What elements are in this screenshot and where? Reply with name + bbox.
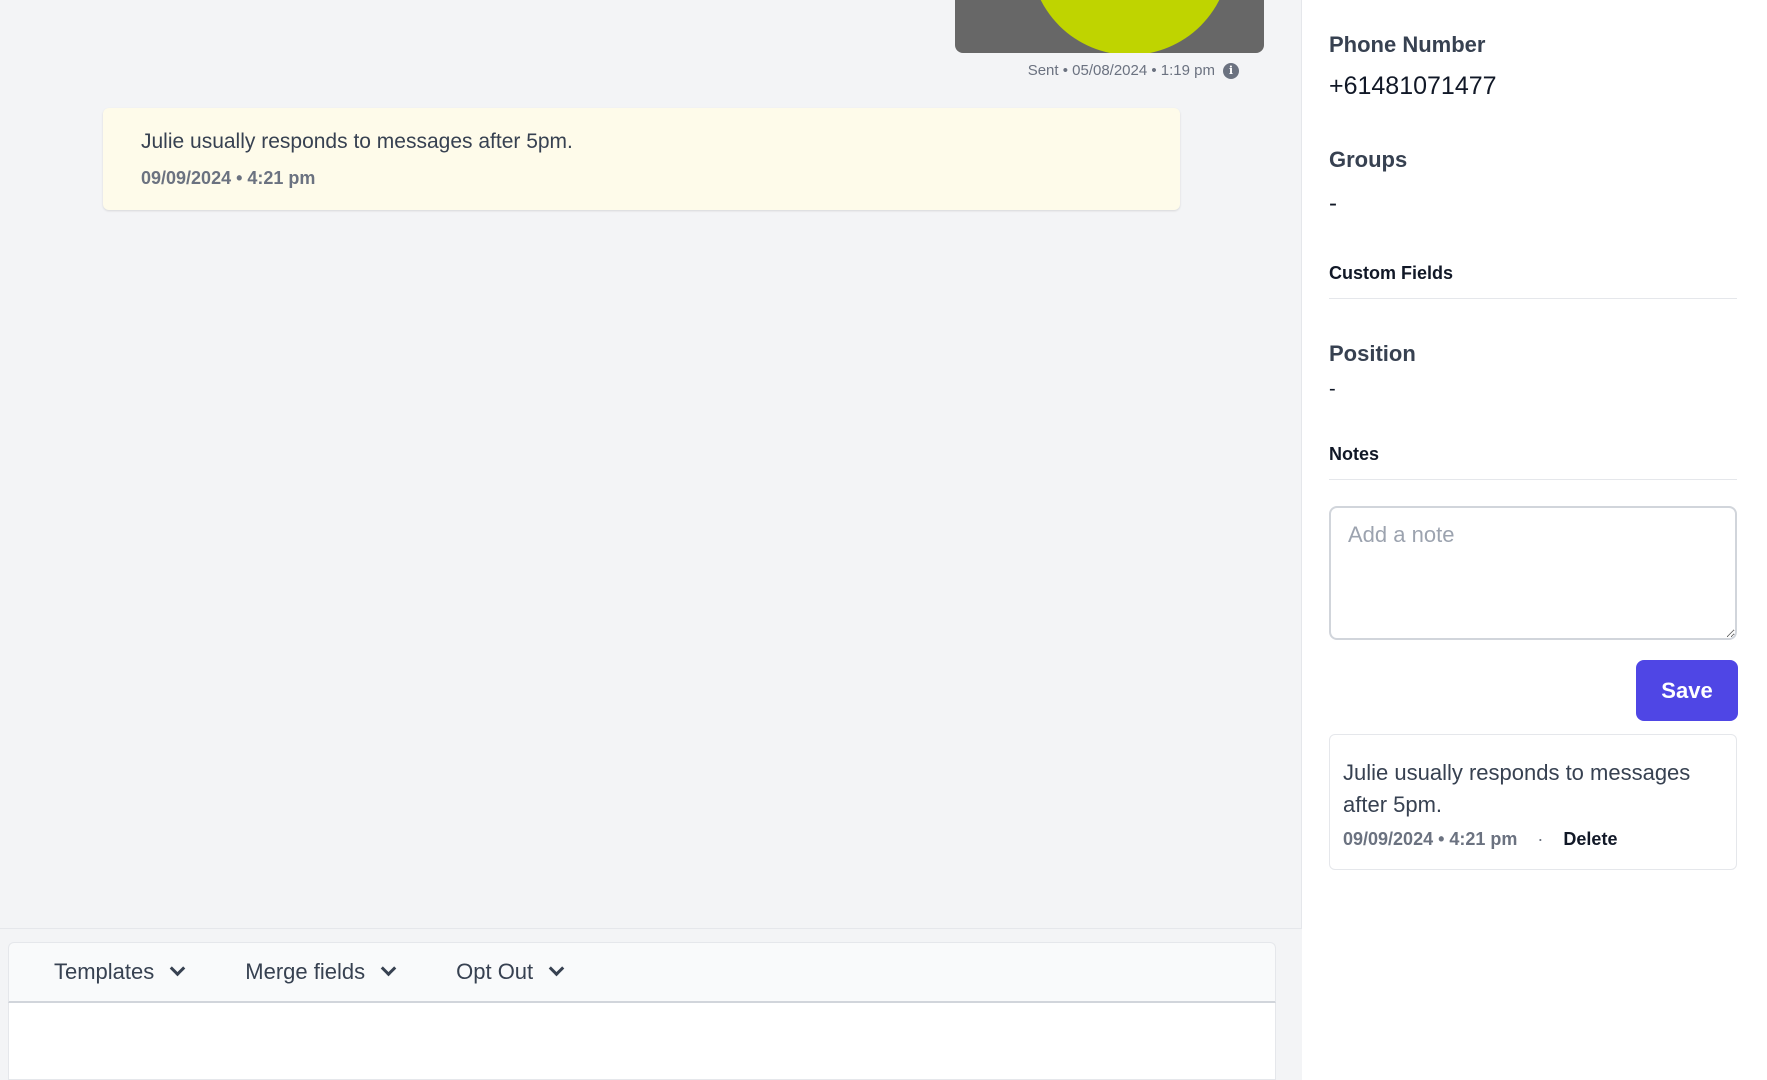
saved-note-meta: 09/09/2024 • 4:21 pm · Delete xyxy=(1343,829,1723,850)
image-attachment[interactable] xyxy=(955,0,1264,53)
meta-separator: · xyxy=(1537,829,1544,849)
note-input[interactable] xyxy=(1329,506,1737,640)
save-note-button[interactable]: Save xyxy=(1636,660,1738,721)
position-label: Position xyxy=(1329,341,1416,366)
message-editor[interactable] xyxy=(8,1003,1276,1080)
merge-fields-dropdown[interactable]: Merge fields xyxy=(245,959,397,985)
opt-out-label: Opt Out xyxy=(456,959,534,984)
notes-title: Notes xyxy=(1329,444,1737,480)
phone-number-label: Phone Number xyxy=(1329,32,1486,57)
phone-number-value: +61481071477 xyxy=(1329,72,1497,100)
conversation-note-card: Julie usually responds to messages after… xyxy=(103,108,1180,210)
saved-note-text: Julie usually responds to messages after… xyxy=(1343,760,1691,817)
opt-out-dropdown[interactable]: Opt Out xyxy=(456,959,565,985)
position-value: - xyxy=(1329,378,1336,400)
saved-note: Julie usually responds to messages after… xyxy=(1329,734,1737,870)
merge-fields-label: Merge fields xyxy=(245,959,366,984)
note-card-timestamp: 09/09/2024 • 4:21 pm xyxy=(141,168,316,188)
templates-label: Templates xyxy=(54,959,155,984)
note-card-text: Julie usually responds to messages after… xyxy=(141,130,573,153)
sent-status-text: Sent • 05/08/2024 • 1:19 pm xyxy=(1027,62,1215,79)
image-shape xyxy=(1030,0,1230,53)
conversation-pane: Sent • 05/08/2024 • 1:19 pm i Julie usua… xyxy=(0,0,1302,1080)
templates-dropdown[interactable]: Templates xyxy=(54,959,186,985)
saved-note-timestamp: 09/09/2024 • 4:21 pm xyxy=(1343,829,1518,849)
custom-fields-title: Custom Fields xyxy=(1329,263,1737,299)
chevron-down-icon xyxy=(170,960,186,977)
message-status: Sent • 05/08/2024 • 1:19 pm i xyxy=(1028,62,1239,79)
groups-value: - xyxy=(1329,190,1337,217)
groups-label: Groups xyxy=(1329,147,1408,172)
delete-note-button[interactable]: Delete xyxy=(1563,829,1617,850)
composer-toolbar: Templates Merge fields Opt Out xyxy=(8,942,1276,1003)
chevron-down-icon xyxy=(380,960,397,977)
contact-details-panel: Phone Number +61481071477 Groups - Custo… xyxy=(1303,0,1767,1080)
chevron-down-icon xyxy=(548,960,565,977)
info-icon[interactable]: i xyxy=(1223,62,1239,79)
